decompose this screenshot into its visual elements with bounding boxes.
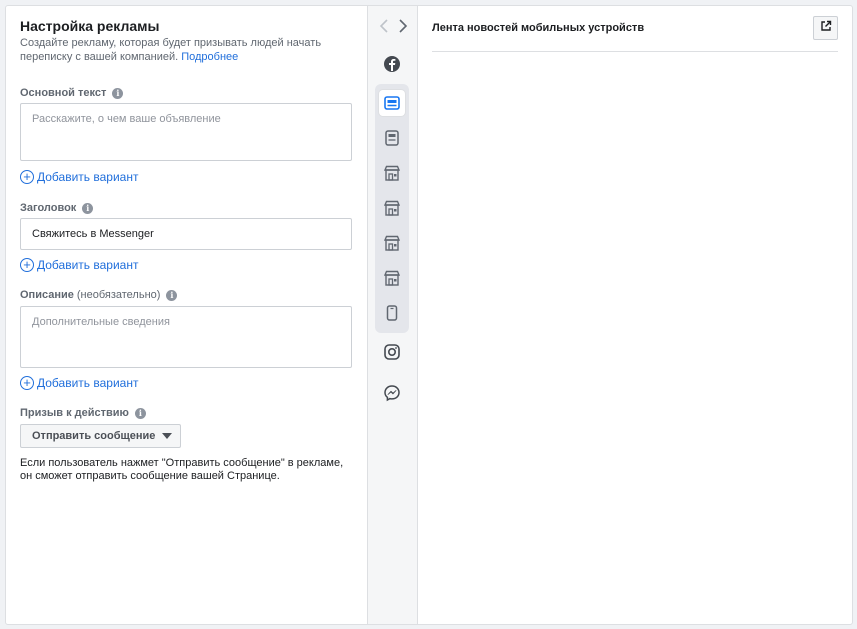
editor-title: Настройка рекламы (20, 18, 160, 34)
caret-down-icon (162, 433, 173, 439)
feed-icon[interactable] (379, 90, 405, 116)
description-optional-text: (необязательно) (76, 289, 161, 301)
info-icon[interactable]: i (112, 87, 124, 99)
info-icon[interactable]: i (134, 407, 146, 419)
headline-label-text: Заголовок (20, 202, 77, 214)
editor-subtitle-text: Создайте рекламу, которая будет призыват… (20, 37, 322, 63)
cta-label-text: Призыв к действию (20, 407, 129, 419)
primary-text-label-text: Основной текст (20, 87, 107, 99)
instagram-icon[interactable] (379, 339, 405, 365)
ad-preview-panel: Лента новостей мобильных устройств (418, 6, 852, 624)
plus-circle-icon: + (20, 376, 34, 390)
add-variant-label: Добавить вариант (37, 170, 139, 184)
info-icon[interactable]: i (166, 289, 178, 301)
marketplace-icon[interactable] (379, 230, 405, 256)
description-label: Описание (необязательно) i (20, 289, 178, 301)
ad-setup-frame: Настройка рекламы Создайте рекламу, кото… (5, 5, 853, 625)
add-variant-button-headline[interactable]: + Добавить вариант (20, 258, 138, 272)
chevron-left-icon[interactable] (378, 18, 392, 34)
headline-input[interactable]: Свяжитесь в Messenger (20, 218, 352, 250)
description-input[interactable]: Дополнительные сведения (20, 306, 352, 368)
marketplace-icon[interactable] (379, 160, 405, 186)
plus-circle-icon: + (20, 258, 34, 272)
preview-divider (432, 51, 838, 52)
description-label-text: Описание (20, 289, 74, 301)
cta-note: Если пользователь нажмет "Отправить сооб… (20, 457, 344, 482)
learn-more-link[interactable]: Подробнее (181, 51, 238, 63)
primary-text-placeholder: Расскажите, о чем ваше объявление (32, 113, 221, 125)
facebook-icon[interactable] (379, 51, 405, 77)
headline-label: Заголовок i (20, 202, 94, 214)
stories-icon[interactable] (379, 300, 405, 326)
ad-editor-panel: Настройка рекламы Создайте рекламу, кото… (6, 6, 367, 624)
headline-value: Свяжитесь в Messenger (32, 228, 154, 240)
external-link-icon (820, 19, 832, 37)
cta-label: Призыв к действию i (20, 407, 146, 419)
primary-text-label: Основной текст i (20, 87, 124, 99)
primary-text-input[interactable]: Расскажите, о чем ваше объявление (20, 103, 352, 161)
instant-article-icon[interactable] (379, 125, 405, 151)
info-icon[interactable]: i (82, 202, 94, 214)
placement-strip (367, 6, 418, 624)
marketplace-icon[interactable] (379, 265, 405, 291)
open-preview-button[interactable] (813, 16, 838, 40)
description-placeholder: Дополнительные сведения (32, 316, 170, 328)
plus-circle-icon: + (20, 170, 34, 184)
add-variant-label: Добавить вариант (37, 258, 139, 272)
editor-subtitle: Создайте рекламу, которая будет призыват… (20, 36, 340, 64)
cta-dropdown[interactable]: Отправить сообщение (20, 424, 181, 448)
preview-placement-title: Лента новостей мобильных устройств (432, 22, 645, 34)
chevron-right-icon[interactable] (396, 18, 410, 34)
add-variant-label: Добавить вариант (37, 376, 139, 390)
add-variant-button-description[interactable]: + Добавить вариант (20, 376, 138, 390)
messenger-icon[interactable] (379, 380, 405, 406)
cta-selected-value: Отправить сообщение (32, 430, 156, 442)
add-variant-button-primary-text[interactable]: + Добавить вариант (20, 170, 138, 184)
marketplace-icon[interactable] (379, 195, 405, 221)
